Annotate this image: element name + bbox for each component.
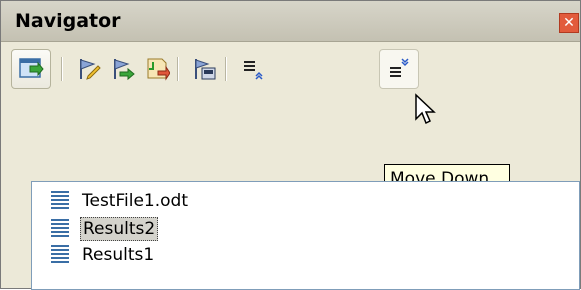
drag-mode-icon: [147, 58, 170, 81]
tree-item-label: Results1: [82, 245, 155, 265]
tree-item-results2[interactable]: Results2: [32, 216, 159, 242]
close-icon: ✕: [563, 15, 575, 31]
drag-mode-button[interactable]: [137, 49, 177, 89]
toolbar-separator: [61, 57, 63, 81]
move-up-icon: [244, 61, 263, 80]
content-tree[interactable]: TestFile1.odt Results2 Results1: [31, 181, 580, 290]
title-bar[interactable]: Navigator ✕: [1, 1, 580, 42]
navigator-window: Navigator ✕ Move Down TestFile1.odt Resu…: [0, 0, 581, 290]
navigator-toolbar: [11, 49, 571, 107]
tree-item-testfile1[interactable]: TestFile1.odt: [32, 188, 190, 214]
move-down-button[interactable]: [379, 49, 419, 89]
mouse-pointer-icon: [415, 93, 436, 125]
window-title: Navigator: [15, 10, 121, 32]
document-icon: [51, 245, 69, 263]
move-down-icon: [390, 58, 409, 77]
toggle-navigator-button[interactable]: [11, 49, 51, 89]
edit-flag-icon: [80, 59, 101, 80]
navigator-toggle-icon: [19, 58, 44, 78]
toolbar-separator: [177, 57, 179, 81]
tree-item-label: TestFile1.odt: [82, 191, 189, 211]
next-flag-icon: [114, 59, 135, 81]
content-view-icon: [195, 59, 216, 80]
move-up-button[interactable]: [233, 49, 273, 89]
document-icon: [51, 191, 69, 209]
tree-item-results1[interactable]: Results1: [32, 242, 156, 268]
close-button[interactable]: ✕: [559, 13, 579, 33]
toolbar-separator: [225, 57, 227, 81]
document-icon: [51, 219, 69, 237]
tree-item-label: Results2: [80, 217, 159, 241]
content-view-button[interactable]: [185, 49, 225, 89]
